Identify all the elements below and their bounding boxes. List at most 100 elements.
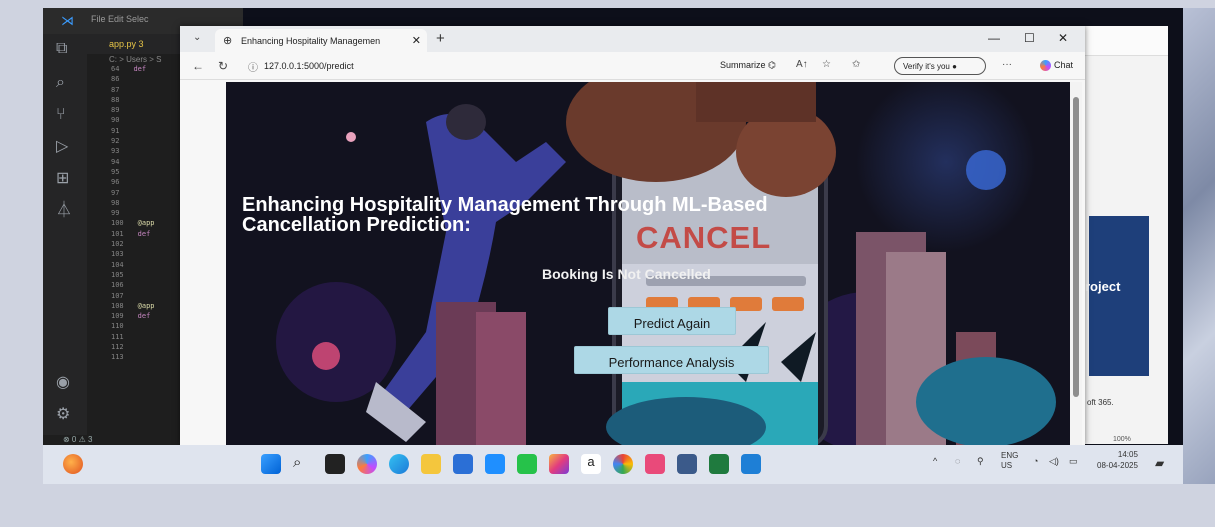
close-window-icon[interactable]: ✕ — [1058, 31, 1068, 45]
line-number: 105 — [111, 270, 124, 279]
excel-icon[interactable] — [709, 454, 729, 474]
battery-icon[interactable]: ▭ — [1069, 456, 1078, 467]
task-view-icon[interactable] — [325, 454, 345, 474]
close-tab-icon[interactable]: ✕ — [412, 34, 421, 47]
vscode-menu-text[interactable]: File Edit Selec — [91, 14, 149, 24]
explorer-icon[interactable]: ⧉ — [56, 40, 67, 58]
back-icon[interactable]: ← — [192, 59, 204, 73]
app-pinned-icon[interactable] — [645, 454, 665, 474]
copilot-icon[interactable] — [357, 454, 377, 474]
breadcrumb[interactable]: C: > Users > S — [109, 55, 161, 64]
new-tab-icon[interactable]: + — [436, 30, 445, 47]
line-number: 110 — [111, 322, 124, 331]
language-indicator[interactable]: ENG US — [1001, 451, 1018, 471]
clock-time: 14:05 — [1117, 450, 1138, 459]
favorites-icon[interactable]: ✩ — [852, 59, 860, 70]
start-icon[interactable] — [261, 454, 281, 474]
chrome-icon[interactable] — [613, 454, 633, 474]
amazon-icon[interactable]: a — [581, 454, 601, 474]
scrollbar-thumb[interactable] — [1073, 97, 1079, 397]
code-text: @app — [137, 301, 155, 310]
tab-strip: ⌄ ⊕ Enhancing Hospitality Managemen ✕ + … — [180, 26, 1085, 52]
refresh-icon[interactable]: ↻ — [218, 59, 228, 73]
zoom-level[interactable]: 100% — [1113, 436, 1131, 443]
chat-label: Chat — [1054, 60, 1074, 70]
extensions-icon[interactable]: ⊞ — [56, 170, 69, 188]
slide-thumbnail[interactable] — [1089, 216, 1149, 376]
web-page: CANCEL Enhancing Hospitality Management … — [226, 82, 1081, 446]
run-debug-icon[interactable]: ▷ — [56, 138, 68, 156]
tab-actions-chevron-icon[interactable]: ⌄ — [193, 32, 201, 43]
line-number: 93 — [111, 147, 120, 156]
page-title-line-2: Cancellation Prediction: — [242, 214, 471, 236]
line-number: 95 — [111, 167, 120, 176]
volume-icon[interactable]: ◁) — [1049, 456, 1059, 467]
office-window: roject oft 365. 100% — [1073, 26, 1168, 444]
copilot-chat-button[interactable]: Chat — [1040, 60, 1074, 72]
browser-tab[interactable]: ⊕ Enhancing Hospitality Managemen ✕ — [215, 29, 427, 52]
search-icon[interactable]: ⌕ — [293, 454, 313, 474]
line-number: 101 — [111, 229, 124, 238]
site-info-icon[interactable]: ⓘ — [248, 59, 258, 74]
clock[interactable]: 14:05 08-04-2025 — [1097, 449, 1138, 471]
edge-icon[interactable] — [389, 454, 409, 474]
source-control-icon[interactable]: ⑂ — [56, 106, 66, 124]
line-number: 96 — [111, 178, 120, 187]
address-bar-row: ← ↻ ⓘ 127.0.0.1:5000/predict Summarize ⌬… — [180, 52, 1085, 80]
line-number: 102 — [111, 240, 124, 249]
line-number: 107 — [111, 291, 124, 300]
performance-analysis-button[interactable]: Performance Analysis — [574, 346, 769, 374]
avatar-icon: ● — [952, 62, 957, 71]
line-number: 109 — [111, 312, 124, 321]
line-number: 103 — [111, 250, 124, 259]
search-icon[interactable]: ⌕ — [56, 74, 65, 92]
notification-icon[interactable]: ▰ — [1155, 456, 1164, 470]
weather-widget-icon[interactable] — [63, 454, 83, 474]
vscode-taskbar-icon[interactable] — [741, 454, 761, 474]
browser-window: ⌄ ⊕ Enhancing Hospitality Managemen ✕ + … — [180, 26, 1085, 446]
background-wallpaper — [1183, 8, 1215, 484]
line-number: 92 — [111, 137, 120, 146]
file-explorer-icon[interactable] — [421, 454, 441, 474]
prediction-result: Booking Is Not Cancelled — [542, 266, 711, 282]
line-number: 106 — [111, 281, 124, 290]
network-icon[interactable]: ◌ — [955, 456, 960, 466]
page-title-line-1: Enhancing Hospitality Management Through… — [242, 194, 768, 216]
read-aloud-icon[interactable]: A↑ — [796, 59, 808, 70]
slide-text: roject — [1085, 279, 1121, 294]
editor-tab-label: app.py 3 — [109, 39, 144, 49]
line-number: 98 — [111, 198, 120, 207]
office-ribbon[interactable] — [1073, 26, 1168, 56]
account-icon[interactable]: ◉ — [56, 374, 70, 392]
show-hidden-icons-chevron-icon[interactable]: ^ — [933, 456, 937, 466]
settings-gear-icon[interactable]: ⚙ — [56, 406, 70, 424]
location-icon[interactable]: ⚲ — [977, 456, 984, 467]
line-number: 88 — [111, 95, 120, 104]
summarize-button[interactable]: Summarize ⌬ — [720, 60, 776, 71]
line-number: 104 — [111, 260, 124, 269]
store-icon[interactable] — [453, 454, 473, 474]
maximize-icon[interactable]: ☐ — [1024, 31, 1035, 45]
verify-label: Verify it's you — [903, 62, 950, 71]
hero-illustration — [226, 82, 1081, 446]
minimize-icon[interactable]: — — [988, 31, 1000, 45]
wifi-icon[interactable]: ◔ — [1033, 456, 1038, 466]
line-number: 112 — [111, 343, 124, 352]
line-number: 108 — [111, 301, 124, 310]
instagram-icon[interactable] — [549, 454, 569, 474]
mail-icon[interactable] — [485, 454, 505, 474]
favorite-star-icon[interactable]: ☆ — [822, 59, 831, 70]
whatsapp-icon[interactable] — [517, 454, 537, 474]
vscode-logo-icon: ⋊ — [61, 13, 74, 28]
activity-bar: ⧉ ⌕ ⑂ ▷ ⊞ ⏃ ◉ ⚙ — [43, 34, 87, 445]
url-field[interactable]: ⓘ 127.0.0.1:5000/predict — [242, 56, 562, 76]
code-text: def — [137, 312, 151, 321]
line-number: 87 — [111, 85, 120, 94]
more-menu-icon[interactable]: ··· — [1002, 59, 1012, 70]
line-number: 97 — [111, 188, 120, 197]
predict-again-button[interactable]: Predict Again — [608, 307, 736, 335]
testing-icon[interactable]: ⏃ — [56, 202, 72, 220]
photos-icon[interactable] — [677, 454, 697, 474]
verify-profile-button[interactable]: Verify it's you ● — [894, 57, 986, 75]
page-scrollbar[interactable] — [1070, 82, 1082, 446]
